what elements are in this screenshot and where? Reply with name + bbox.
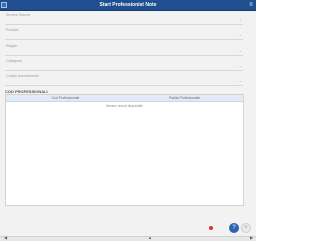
table-header: Cod Professionale Partita Professionale (6, 95, 243, 102)
field-label: Region (6, 44, 18, 48)
flag-icon (218, 227, 222, 240)
column-header[interactable]: Cod Professionale (6, 96, 125, 100)
help-icon: ? (232, 225, 236, 231)
scroll-up-icon[interactable]: ▲ (148, 235, 152, 240)
field-label: Codice Assortimento (6, 74, 39, 78)
empty-state-text: Nessun record disponibile (106, 104, 143, 108)
chevron-down-icon[interactable]: ⌄ (239, 48, 242, 53)
status-bar: ◀ ▲ ▶ (0, 235, 256, 241)
field-label: Categoria (6, 59, 22, 63)
product-field[interactable]: Product ⌄ (5, 27, 243, 40)
menu-icon[interactable]: ≡ (248, 2, 254, 8)
chevron-down-icon[interactable]: ⌄ (239, 32, 242, 37)
cancel-icon: × (244, 225, 248, 231)
window-title: Start Professionist Note (99, 2, 157, 8)
professionals-table: Cod Professionale Partita Professionale … (5, 94, 244, 206)
scroll-left-icon[interactable]: ◀ (4, 235, 7, 240)
chevron-down-icon[interactable]: ⌄ (239, 17, 242, 22)
region-field[interactable]: Region ⌄ (5, 43, 243, 56)
categoria-field[interactable]: Categoria ⌄ (5, 58, 243, 71)
warning-dot-icon (209, 226, 213, 230)
title-bar: Start Professionist Note ≡ (0, 0, 256, 11)
scroll-right-icon[interactable]: ▶ (250, 235, 253, 240)
cancel-button[interactable]: × (241, 223, 251, 233)
chevron-down-icon[interactable]: ⌄ (239, 63, 242, 68)
field-label: Service Source (6, 13, 31, 17)
field-label: Product (6, 28, 19, 32)
help-button[interactable]: ? (229, 223, 239, 233)
column-header[interactable]: Partita Professionale (125, 96, 244, 100)
codice-assortimento-field[interactable]: Codice Assortimento ⌄ (5, 73, 243, 86)
chevron-down-icon[interactable]: ⌄ (239, 78, 242, 83)
service-source-field[interactable]: Service Source ⌄ (5, 12, 243, 25)
